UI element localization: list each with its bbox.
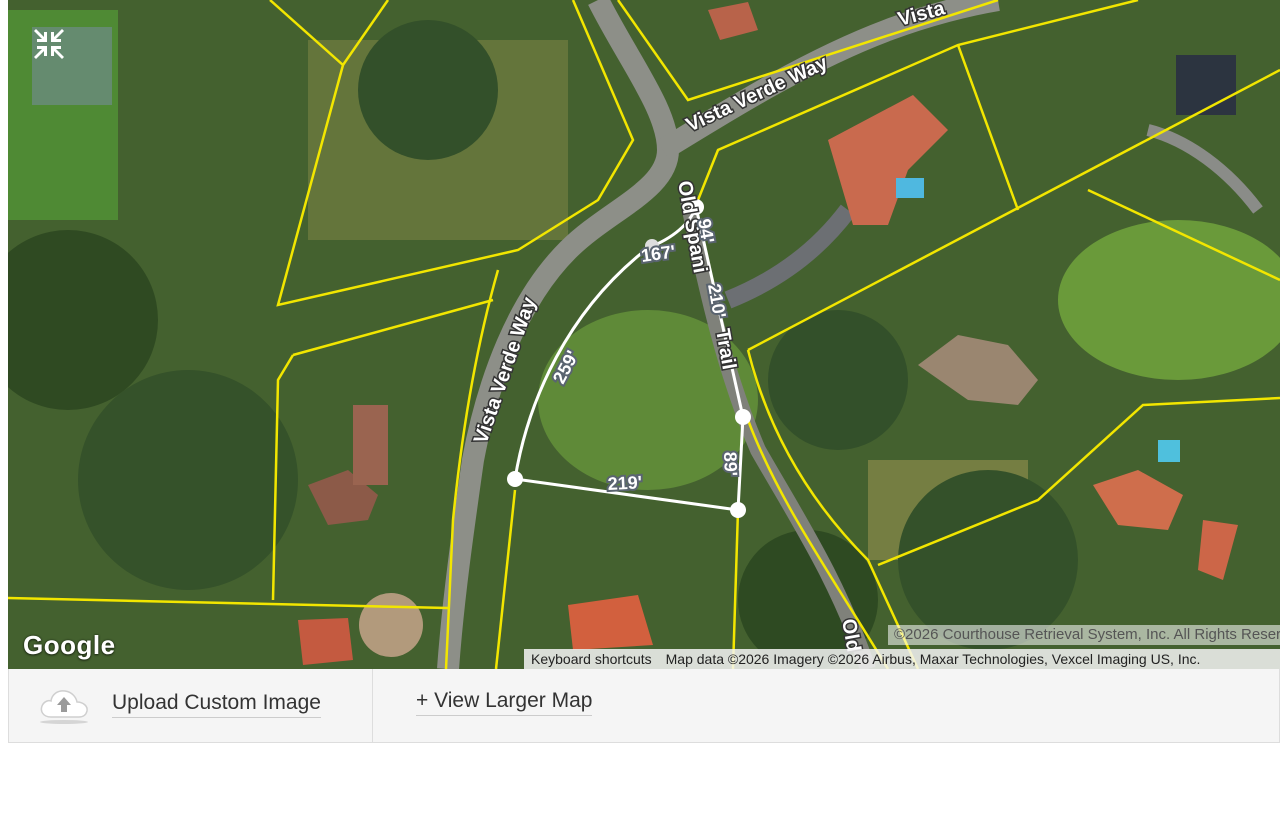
dimension-label-south: 219'	[607, 472, 642, 494]
tree-cluster	[898, 470, 1078, 650]
tree-cluster	[768, 310, 908, 450]
lot-vertex-handle[interactable]	[730, 502, 746, 518]
copyright-notice: ©2026 Courthouse Retrieval System, Inc. …	[888, 625, 1280, 645]
view-larger-map-link[interactable]: + View Larger Map	[416, 689, 593, 716]
satellite-map[interactable]: Vista Verde Way Vista Vista Verde Way Ol…	[8, 0, 1280, 669]
tree-cluster	[358, 20, 498, 160]
lot-vertex-handle[interactable]	[735, 409, 751, 425]
google-logo: Google	[23, 630, 116, 660]
map-canvas: Vista Verde Way Vista Vista Verde Way Ol…	[8, 0, 1280, 669]
map-widget: Vista Verde Way Vista Vista Verde Way Ol…	[8, 0, 1280, 744]
house-roof	[298, 618, 353, 665]
collapse-map-button[interactable]	[32, 27, 112, 105]
map-toolbar: Upload Custom Image + View Larger Map	[8, 669, 1280, 743]
dimension-label-east-lower: 89'	[720, 451, 741, 476]
map-data-attribution: Map data ©2026 Imagery ©2026 Airbus, Max…	[665, 651, 1201, 667]
upload-custom-image-label: Upload Custom Image	[112, 691, 321, 718]
swimming-pool	[896, 178, 924, 198]
dimension-label-northeast: 94'	[694, 217, 718, 244]
upload-custom-image-button[interactable]: Upload Custom Image	[9, 669, 373, 743]
house-roof	[353, 405, 388, 485]
swimming-pool	[1158, 440, 1180, 462]
tree-cluster	[78, 370, 298, 590]
cloud-upload-icon	[40, 690, 88, 724]
keyboard-shortcuts-link[interactable]: Keyboard shortcuts	[524, 651, 659, 667]
house-roof	[568, 595, 653, 650]
map-attribution-bar: Keyboard shortcuts Map data ©2026 Imagery…	[524, 649, 1280, 669]
lot-vertex-handle[interactable]	[507, 471, 523, 487]
collapse-arrows-icon	[34, 29, 64, 59]
house-roof	[1176, 55, 1236, 115]
garden-circle	[359, 593, 423, 657]
